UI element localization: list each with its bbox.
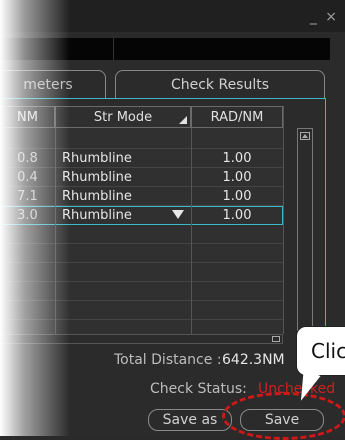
scroll-up-icon[interactable] <box>300 132 310 140</box>
str-mode-cell[interactable] <box>56 130 192 149</box>
nm-cell[interactable] <box>0 244 55 263</box>
str-mode-cell[interactable]: Rhumbline <box>56 149 192 168</box>
rad-nm-cell[interactable] <box>191 225 283 244</box>
str-mode-cell[interactable] <box>56 263 192 282</box>
table-row[interactable] <box>0 225 283 244</box>
title-bar: _ × <box>0 0 345 32</box>
table-row[interactable] <box>0 263 283 282</box>
tab-parameters-label: meters <box>23 77 73 93</box>
nm-cell[interactable] <box>0 225 55 244</box>
tab-underline <box>0 98 326 99</box>
tab-border-right <box>325 98 326 336</box>
rad-nm-cell[interactable] <box>191 244 283 263</box>
column-header-rad-nm-label: RAD/NM <box>210 109 264 125</box>
nm-cell[interactable] <box>0 282 55 301</box>
table-row[interactable] <box>0 282 283 301</box>
rad-nm-cell[interactable]: 1.00 <box>191 149 283 168</box>
nm-cell[interactable]: 7.1 <box>0 187 55 206</box>
scroll-right-icon[interactable] <box>272 336 280 342</box>
tab-check-results[interactable]: Check Results <box>115 70 325 99</box>
str-mode-cell[interactable]: Rhumbline <box>56 168 192 187</box>
table-row[interactable]: 0.8 Rhumbline 1.00 <box>0 149 283 168</box>
nm-cell[interactable] <box>0 263 55 282</box>
check-status-label: Check Status: <box>150 381 247 397</box>
column-divider <box>55 128 56 334</box>
rad-nm-cell[interactable] <box>191 130 283 149</box>
table-row[interactable]: 0.4 Rhumbline 1.00 <box>0 168 283 187</box>
rad-nm-cell[interactable]: 1.00 <box>191 206 283 225</box>
table-row[interactable] <box>0 244 283 263</box>
rad-nm-cell[interactable]: 1.00 <box>191 168 283 187</box>
minimize-close-icon[interactable]: _ × <box>310 9 339 25</box>
nm-cell[interactable]: 0.4 <box>0 168 55 187</box>
str-mode-cell[interactable] <box>56 282 192 301</box>
rad-nm-cell[interactable]: 1.00 <box>191 187 283 206</box>
table-row[interactable]: 3.0 Rhumbline 1.00 <box>0 206 283 225</box>
total-distance-label: Total Distance : <box>114 352 222 368</box>
column-header-str-mode[interactable]: Str Mode <box>55 106 191 128</box>
str-mode-cell[interactable]: Rhumbline <box>56 187 192 206</box>
nm-cell[interactable]: 3.0 <box>0 206 55 225</box>
save-highlight-ellipse <box>222 392 345 440</box>
nm-cell[interactable] <box>0 301 55 320</box>
resize-corner-icon <box>179 116 187 124</box>
save-as-button-label: Save as <box>162 412 218 428</box>
column-header-rad-nm[interactable]: RAD/NM <box>191 106 283 128</box>
str-mode-cell[interactable] <box>56 225 192 244</box>
table-row[interactable] <box>0 130 283 149</box>
table-row[interactable] <box>0 301 283 320</box>
total-distance-value: 642.3NM <box>222 352 285 368</box>
tab-parameters[interactable]: meters <box>0 70 106 99</box>
column-header-nm[interactable]: NM <box>0 106 55 128</box>
nm-cell[interactable] <box>0 130 55 149</box>
nm-cell[interactable]: 0.8 <box>0 149 55 168</box>
column-header-nm-label: NM <box>17 109 38 125</box>
route-name-strip <box>0 38 330 60</box>
rad-nm-cell[interactable] <box>191 282 283 301</box>
save-as-button[interactable]: Save as <box>148 409 232 431</box>
click-callout: Click <box>296 326 345 376</box>
vertical-scrollbar[interactable] <box>297 128 313 334</box>
dropdown-arrow-icon[interactable] <box>172 210 184 219</box>
click-callout-text: Click <box>311 339 345 363</box>
column-divider <box>191 128 192 334</box>
table-row[interactable]: 7.1 Rhumbline 1.00 <box>0 187 283 206</box>
str-mode-cell[interactable] <box>56 244 192 263</box>
horizontal-scrollbar[interactable] <box>0 334 283 344</box>
tab-check-results-label: Check Results <box>170 77 270 93</box>
str-mode-cell[interactable] <box>56 301 192 320</box>
rad-nm-cell[interactable] <box>191 263 283 282</box>
rad-nm-cell[interactable] <box>191 301 283 320</box>
strip-separator <box>113 38 114 60</box>
column-header-str-mode-label: Str Mode <box>93 109 153 125</box>
